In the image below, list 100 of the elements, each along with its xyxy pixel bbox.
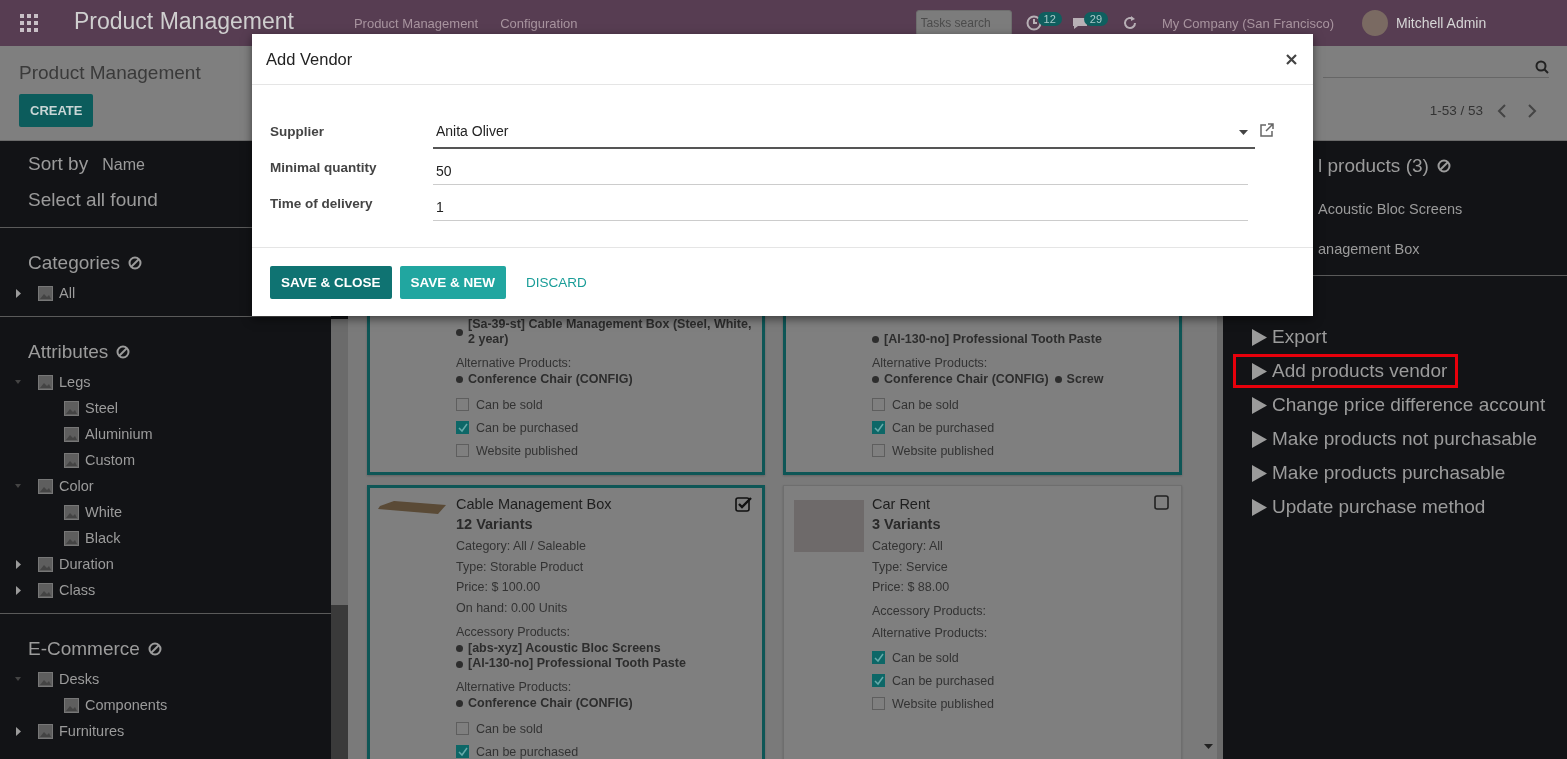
action-item[interactable]: Make products purchasable — [1233, 456, 1517, 490]
image-icon — [38, 374, 53, 390]
checkbox[interactable] — [456, 398, 469, 411]
checkbox[interactable] — [872, 421, 885, 434]
checkbox-label: Can be sold — [476, 721, 543, 736]
user-name[interactable]: Mitchell Admin — [1396, 15, 1487, 31]
sort-option[interactable]: Name — [102, 156, 145, 174]
filter-item[interactable]: Furnitures — [59, 723, 125, 739]
clear-filter-icon[interactable] — [147, 642, 162, 656]
bullet-icon — [456, 645, 463, 653]
supplier-dropdown[interactable]: Anita Oliver — [433, 115, 1255, 149]
menu-item[interactable]: Configuration — [500, 15, 578, 31]
save-close-button[interactable]: SAVE & CLOSE — [270, 266, 392, 299]
triangle-right-icon — [1252, 362, 1267, 380]
menu-item[interactable]: Product Management — [353, 15, 479, 31]
filter-item[interactable]: Color — [59, 478, 94, 494]
filter-item[interactable]: Aluminium — [85, 426, 153, 442]
product-detail: Category: All — [872, 538, 943, 555]
checkbox[interactable] — [872, 398, 885, 411]
filter-item[interactable]: Steel — [85, 400, 119, 416]
section-title: E-Commerce — [28, 638, 140, 660]
caret-down-icon[interactable] — [15, 484, 21, 488]
checkbox[interactable] — [872, 444, 885, 457]
product-card[interactable] — [367, 485, 765, 759]
clock-icon[interactable] — [1025, 15, 1042, 31]
filter-item[interactable]: All — [59, 285, 76, 301]
section-label: Alternative Products: — [456, 354, 572, 372]
caret-down-icon[interactable] — [15, 380, 21, 384]
checkbox[interactable] — [456, 722, 469, 736]
checkbox[interactable] — [456, 444, 469, 457]
close-icon[interactable] — [1286, 53, 1297, 65]
clear-filter-icon[interactable] — [1436, 159, 1451, 173]
chevron-right-icon[interactable] — [1527, 103, 1537, 118]
section-label: Accessory Products: — [456, 623, 570, 641]
product-card[interactable]: Car Rent 3 Variants Category: All Type: Service Price: $ 88.00 Accessory Products: Alternative Products: Can be sold Can be purchased Website published — [783, 485, 1182, 759]
checkbox-label: Can be purchased — [892, 420, 995, 435]
apps-menu-icon[interactable] — [20, 14, 38, 32]
action-item[interactable]: Add products vendor — [1233, 354, 1459, 388]
section-label: Alternative Products: — [872, 625, 988, 643]
checkbox-label: Website published — [892, 443, 994, 458]
checkbox[interactable] — [872, 697, 885, 711]
filter-item[interactable]: Duration — [59, 556, 114, 572]
action-item[interactable]: Make products not purchasable — [1233, 422, 1549, 456]
image-icon — [38, 556, 53, 572]
clear-filter-icon[interactable] — [116, 345, 131, 359]
triangle-right-icon — [1252, 328, 1267, 346]
filter-item[interactable]: Desks — [59, 671, 100, 687]
checkbox[interactable] — [872, 651, 885, 665]
product-detail: Type: Service — [872, 558, 948, 576]
checkbox[interactable] — [872, 674, 885, 688]
search-bar[interactable] — [1323, 60, 1549, 78]
caret-down-icon[interactable] — [15, 677, 21, 681]
avatar-icon[interactable] — [1362, 10, 1388, 36]
filter-item[interactable]: Custom — [85, 452, 135, 468]
triangle-right-icon — [1252, 396, 1267, 414]
caret-right-icon[interactable] — [15, 559, 21, 569]
selected-product: Acoustic Bloc Screens — [1318, 201, 1464, 217]
caret-right-icon[interactable] — [15, 585, 21, 595]
company-switcher[interactable]: My Company (San Francisco) — [1162, 15, 1334, 31]
checkbox[interactable] — [456, 421, 469, 434]
caret-right-icon[interactable] — [15, 288, 21, 298]
section-label: Alternative Products: — [456, 678, 572, 696]
create-button[interactable]: CREATE — [19, 94, 94, 127]
filter-item[interactable]: White — [85, 504, 123, 520]
action-item[interactable]: Export — [1233, 320, 1338, 354]
filter-item[interactable]: Class — [59, 582, 96, 598]
field-label: Minimal quantity — [270, 160, 378, 177]
checked-box-icon[interactable] — [735, 496, 752, 512]
product-detail: Price: $ 100.00 — [456, 579, 541, 597]
filter-item[interactable]: Legs — [59, 374, 91, 390]
image-icon — [38, 723, 53, 739]
filter-item[interactable]: Components — [85, 697, 168, 713]
related-product: Conference Chair (CONFIG) — [468, 695, 633, 712]
check-icon — [457, 746, 468, 758]
related-product: Conference Chair (CONFIG) — [884, 371, 1049, 387]
action-item[interactable]: Update purchase method — [1233, 490, 1497, 524]
sort-label: Sort by — [28, 153, 89, 175]
discard-button[interactable]: DISCARD — [514, 266, 599, 299]
scroll-down-icon — [1204, 744, 1213, 749]
checkbox-icon[interactable] — [1154, 494, 1171, 510]
scrollbar[interactable] — [331, 319, 348, 759]
clear-filter-icon[interactable] — [127, 256, 142, 270]
select-all-link[interactable]: Select all found — [28, 189, 158, 211]
chat-icon[interactable] — [1071, 15, 1088, 31]
related-product: [Al-130-no] Professional Tooth Paste — [468, 656, 686, 672]
chevron-left-icon[interactable] — [1497, 103, 1507, 118]
related-product: [Sa-39-st] Cable Management Box (Steel, White, 2 year) — [468, 316, 753, 348]
bullet-icon — [872, 375, 879, 383]
image-icon — [38, 582, 53, 598]
caret-right-icon[interactable] — [15, 726, 21, 736]
refresh-icon[interactable] — [1122, 15, 1139, 31]
external-link-icon[interactable] — [1260, 123, 1274, 137]
triangle-right-icon — [1252, 498, 1267, 516]
product-name: Car Rent — [872, 496, 931, 512]
image-icon — [38, 671, 53, 687]
action-item[interactable]: Change price difference account — [1233, 388, 1557, 422]
image-icon — [64, 530, 79, 546]
caret-down-icon — [1239, 129, 1248, 135]
checkbox[interactable] — [456, 745, 469, 759]
filter-item[interactable]: Black — [85, 530, 121, 546]
